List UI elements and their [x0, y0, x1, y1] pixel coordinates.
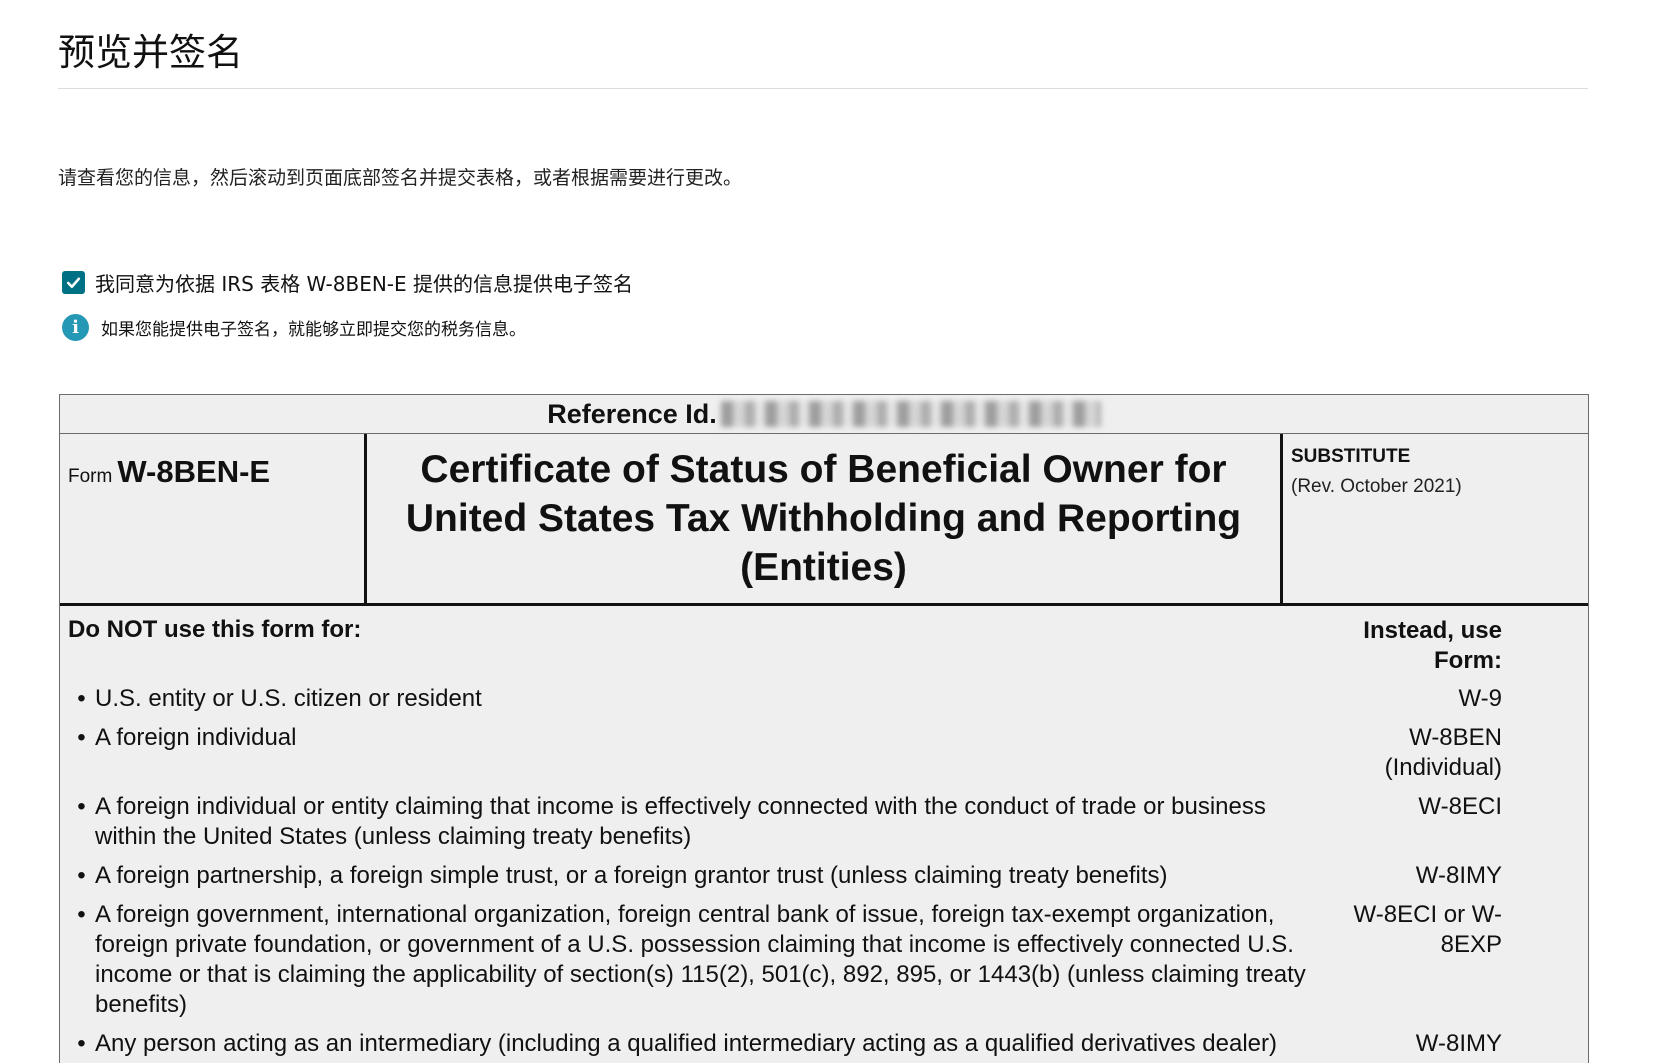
list-item: • A foreign individual or entity claiming… — [68, 792, 1580, 852]
form-word: Form — [68, 466, 113, 487]
item-text: A foreign individual or entity claiming … — [95, 793, 1266, 850]
form-revision-cell: SUBSTITUTE (Rev. October 2021) — [1283, 434, 1588, 603]
bullet-icon: • — [77, 901, 86, 928]
substitute-label: SUBSTITUTE — [1291, 446, 1411, 467]
page-title: 预览并签名 — [58, 31, 243, 74]
checkmark-icon — [66, 277, 81, 289]
reference-id-redacted — [720, 401, 1101, 427]
form-header: Form W-8BEN-E Certificate of Status of B… — [60, 434, 1588, 606]
title-divider — [58, 88, 1588, 89]
item-form: W-8IMY — [1415, 862, 1502, 889]
list-item: • A foreign individual W-8BEN (Individual… — [68, 723, 1580, 783]
list-item: • A foreign partnership, a foreign simple… — [68, 861, 1580, 891]
form-number: W-8BEN-E — [117, 454, 271, 489]
form-preview: Reference Id. Form W-8BEN-E Certificate … — [59, 394, 1589, 1063]
item-form: W-8ECI — [1418, 793, 1502, 820]
consent-row[interactable]: 我同意为依据 IRS 表格 W-8BEN-E 提供的信息提供电子签名 — [62, 268, 633, 297]
instructions-text: 请查看您的信息，然后滚动到页面底部签名并提交表格，或者根据需要进行更改。 — [58, 167, 743, 189]
item-text: U.S. entity or U.S. citizen or resident — [95, 685, 482, 712]
reference-label: Reference Id. — [547, 398, 717, 429]
item-text: A foreign partnership, a foreign simple … — [95, 862, 1168, 889]
exclusions-header: Do NOT use this form for: Instead, use F… — [68, 616, 1580, 676]
bullet-icon: • — [77, 862, 86, 889]
item-form: W-9 — [1458, 685, 1502, 712]
e-signature-consent-checkbox[interactable] — [62, 271, 85, 294]
form-exclusions: Do NOT use this form for: Instead, use F… — [60, 606, 1588, 1063]
do-not-use-heading: Do NOT use this form for: — [68, 616, 362, 643]
list-item: • Any person acting as an intermediary (i… — [68, 1029, 1580, 1059]
bullet-icon: • — [77, 685, 86, 712]
form-id-cell: Form W-8BEN-E — [60, 434, 367, 603]
item-form: W-8ECI or W-8EXP — [1353, 901, 1502, 958]
revision-label: (Rev. October 2021) — [1291, 476, 1462, 497]
list-item: • U.S. entity or U.S. citizen or resident… — [68, 684, 1580, 714]
form-heading: Certificate of Status of Beneficial Owne… — [405, 448, 1242, 589]
reference-row: Reference Id. — [60, 395, 1588, 434]
info-icon: i — [62, 314, 89, 341]
item-form: W-8IMY — [1415, 1030, 1502, 1057]
item-text: A foreign government, international orga… — [95, 901, 1306, 1018]
list-item: • A foreign government, international org… — [68, 900, 1580, 1020]
info-note: i 如果您能提供电子签名，就能够立即提交您的税务信息。 — [62, 314, 526, 341]
exclusions-list: • U.S. entity or U.S. citizen or resident… — [68, 684, 1580, 1059]
consent-label[interactable]: 我同意为依据 IRS 表格 W-8BEN-E 提供的信息提供电子签名 — [95, 268, 633, 297]
info-text: 如果您能提供电子签名，就能够立即提交您的税务信息。 — [101, 320, 526, 340]
bullet-icon: • — [77, 793, 86, 820]
item-text: A foreign individual — [95, 724, 297, 751]
bullet-icon: • — [77, 1030, 86, 1057]
bullet-icon: • — [77, 724, 86, 751]
instead-use-heading: Instead, use Form: — [1363, 617, 1502, 674]
item-form: W-8BEN (Individual) — [1384, 724, 1502, 781]
item-text: Any person acting as an intermediary (in… — [95, 1030, 1277, 1057]
form-heading-cell: Certificate of Status of Beneficial Owne… — [367, 434, 1283, 603]
